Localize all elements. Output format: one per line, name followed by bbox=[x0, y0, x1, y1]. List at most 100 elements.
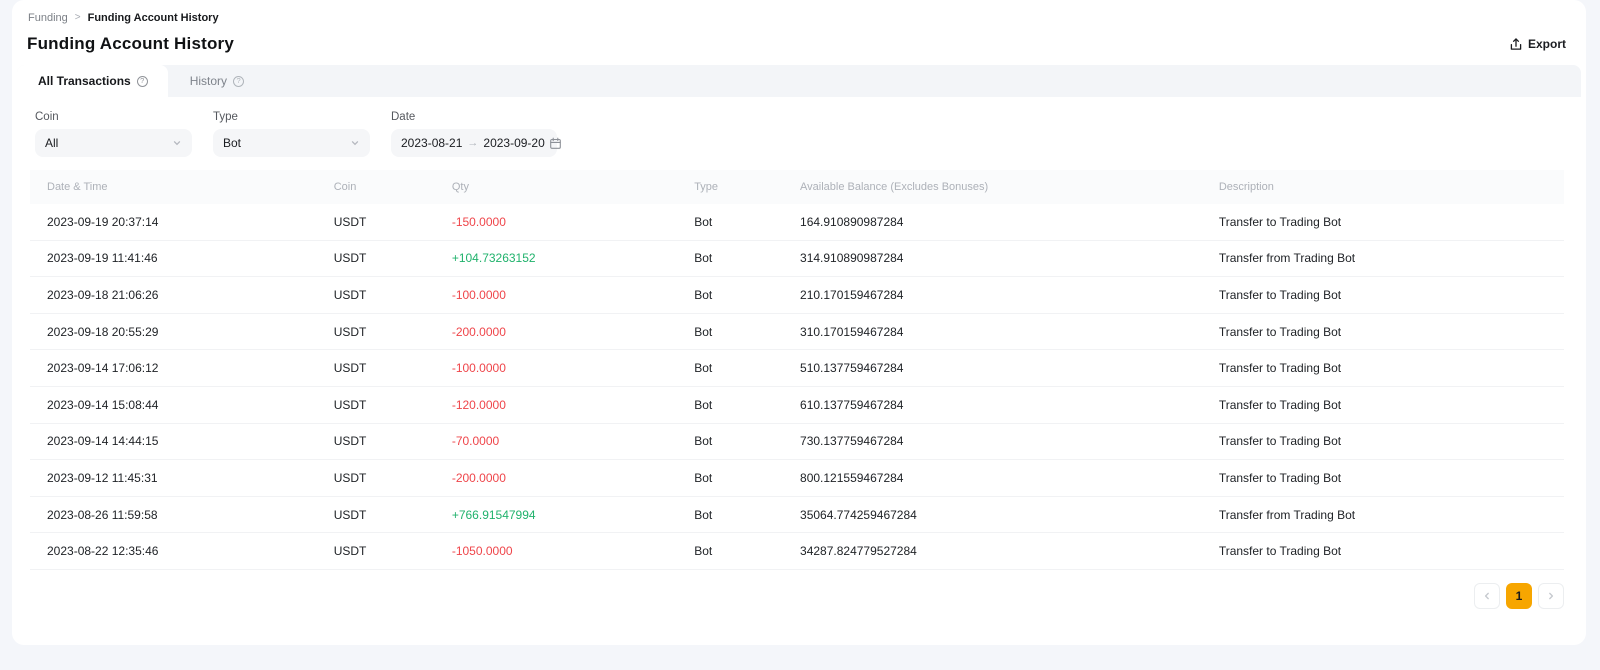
table-row: 2023-09-14 15:08:44 USDT -120.0000 Bot 6… bbox=[30, 387, 1564, 424]
title-row: Funding Account History Export bbox=[12, 26, 1586, 65]
cell-qty: -150.0000 bbox=[452, 215, 694, 229]
type-select[interactable]: Bot bbox=[213, 129, 370, 157]
column-header-description: Description bbox=[1219, 181, 1564, 193]
cell-type: Bot bbox=[694, 215, 800, 229]
date-start: 2023-08-21 bbox=[401, 136, 462, 150]
breadcrumb-funding-link[interactable]: Funding bbox=[28, 12, 68, 24]
cell-description: Transfer to Trading Bot bbox=[1219, 471, 1564, 485]
cell-description: Transfer from Trading Bot bbox=[1219, 508, 1564, 522]
type-select-value: Bot bbox=[223, 136, 241, 150]
next-page-button[interactable] bbox=[1538, 583, 1564, 609]
page-number-button[interactable]: 1 bbox=[1506, 583, 1532, 609]
coin-select[interactable]: All bbox=[35, 129, 192, 157]
cell-datetime: 2023-09-14 15:08:44 bbox=[30, 398, 334, 412]
cell-balance: 310.170159467284 bbox=[800, 325, 1219, 339]
cell-description: Transfer to Trading Bot bbox=[1219, 325, 1564, 339]
export-label: Export bbox=[1528, 37, 1566, 51]
date-filter: Date 2023-08-21 → 2023-09-20 bbox=[391, 111, 557, 157]
cell-type: Bot bbox=[694, 471, 800, 485]
cell-datetime: 2023-09-18 20:55:29 bbox=[30, 325, 334, 339]
table-row: 2023-09-18 21:06:26 USDT -100.0000 Bot 2… bbox=[30, 277, 1564, 314]
cell-balance: 314.910890987284 bbox=[800, 251, 1219, 265]
chevron-right-icon bbox=[1546, 591, 1556, 601]
coin-filter: Coin All bbox=[35, 111, 192, 157]
type-filter-label: Type bbox=[213, 111, 370, 123]
prev-page-button[interactable] bbox=[1474, 583, 1500, 609]
breadcrumb-current: Funding Account History bbox=[88, 12, 219, 24]
table-row: 2023-09-19 20:37:14 USDT -150.0000 Bot 1… bbox=[30, 204, 1564, 241]
type-filter: Type Bot bbox=[213, 111, 370, 157]
export-button[interactable]: Export bbox=[1509, 37, 1566, 51]
cell-balance: 35064.774259467284 bbox=[800, 508, 1219, 522]
cell-type: Bot bbox=[694, 398, 800, 412]
cell-coin: USDT bbox=[334, 398, 452, 412]
help-icon[interactable]: ? bbox=[137, 76, 148, 87]
tab-all-transactions-label: All Transactions bbox=[38, 74, 131, 88]
breadcrumb-separator-icon: > bbox=[75, 12, 81, 23]
column-header-qty: Qty bbox=[452, 181, 694, 193]
cell-coin: USDT bbox=[334, 508, 452, 522]
table-row: 2023-09-14 17:06:12 USDT -100.0000 Bot 5… bbox=[30, 350, 1564, 387]
export-icon bbox=[1509, 37, 1523, 51]
table-header: Date & Time Coin Qty Type Available Bala… bbox=[30, 170, 1564, 204]
cell-type: Bot bbox=[694, 434, 800, 448]
column-header-balance: Available Balance (Excludes Bonuses) bbox=[800, 181, 1219, 193]
cell-qty: -200.0000 bbox=[452, 471, 694, 485]
date-range-picker[interactable]: 2023-08-21 → 2023-09-20 bbox=[391, 129, 557, 157]
pagination: 1 bbox=[12, 570, 1586, 609]
help-icon[interactable]: ? bbox=[233, 76, 244, 87]
cell-qty: -120.0000 bbox=[452, 398, 694, 412]
tab-all-transactions[interactable]: All Transactions ? bbox=[17, 65, 168, 97]
cell-coin: USDT bbox=[334, 434, 452, 448]
cell-description: Transfer to Trading Bot bbox=[1219, 215, 1564, 229]
cell-qty: -100.0000 bbox=[452, 288, 694, 302]
cell-type: Bot bbox=[694, 508, 800, 522]
cell-type: Bot bbox=[694, 361, 800, 375]
column-header-coin: Coin bbox=[334, 181, 452, 193]
column-header-datetime: Date & Time bbox=[30, 181, 334, 193]
coin-filter-label: Coin bbox=[35, 111, 192, 123]
cell-balance: 730.137759467284 bbox=[800, 434, 1219, 448]
cell-qty: -100.0000 bbox=[452, 361, 694, 375]
cell-balance: 164.910890987284 bbox=[800, 215, 1219, 229]
tab-history-label: History bbox=[190, 74, 227, 88]
tab-bar: All Transactions ? History ? bbox=[17, 65, 1581, 97]
cell-description: Transfer to Trading Bot bbox=[1219, 361, 1564, 375]
table-row: 2023-08-22 12:35:46 USDT -1050.0000 Bot … bbox=[30, 533, 1564, 570]
date-end: 2023-09-20 bbox=[483, 136, 544, 150]
cell-type: Bot bbox=[694, 288, 800, 302]
cell-description: Transfer to Trading Bot bbox=[1219, 544, 1564, 558]
main-panel: Funding > Funding Account History Fundin… bbox=[12, 0, 1586, 645]
cell-type: Bot bbox=[694, 251, 800, 265]
cell-qty: +104.73263152 bbox=[452, 251, 694, 265]
chevron-down-icon bbox=[172, 138, 182, 148]
cell-datetime: 2023-09-18 21:06:26 bbox=[30, 288, 334, 302]
filters-row: Coin All Type Bot bbox=[12, 97, 1586, 170]
breadcrumb: Funding > Funding Account History bbox=[12, 0, 1586, 26]
table-body: 2023-09-19 20:37:14 USDT -150.0000 Bot 1… bbox=[30, 204, 1564, 570]
tab-history[interactable]: History ? bbox=[168, 65, 266, 97]
cell-description: Transfer to Trading Bot bbox=[1219, 398, 1564, 412]
calendar-icon bbox=[549, 137, 562, 150]
cell-coin: USDT bbox=[334, 325, 452, 339]
cell-coin: USDT bbox=[334, 361, 452, 375]
table-row: 2023-09-14 14:44:15 USDT -70.0000 Bot 73… bbox=[30, 424, 1564, 461]
cell-coin: USDT bbox=[334, 288, 452, 302]
cell-balance: 510.137759467284 bbox=[800, 361, 1219, 375]
cell-coin: USDT bbox=[334, 471, 452, 485]
cell-datetime: 2023-09-14 14:44:15 bbox=[30, 434, 334, 448]
table-row: 2023-09-12 11:45:31 USDT -200.0000 Bot 8… bbox=[30, 460, 1564, 497]
cell-description: Transfer to Trading Bot bbox=[1219, 288, 1564, 302]
cell-balance: 800.121559467284 bbox=[800, 471, 1219, 485]
cell-datetime: 2023-08-26 11:59:58 bbox=[30, 508, 334, 522]
date-filter-label: Date bbox=[391, 111, 557, 123]
chevron-left-icon bbox=[1482, 591, 1492, 601]
cell-qty: -70.0000 bbox=[452, 434, 694, 448]
page-title: Funding Account History bbox=[27, 34, 234, 54]
coin-select-value: All bbox=[45, 136, 58, 150]
chevron-down-icon bbox=[350, 138, 360, 148]
cell-datetime: 2023-09-12 11:45:31 bbox=[30, 471, 334, 485]
cell-description: Transfer from Trading Bot bbox=[1219, 251, 1564, 265]
cell-type: Bot bbox=[694, 544, 800, 558]
cell-datetime: 2023-08-22 12:35:46 bbox=[30, 544, 334, 558]
